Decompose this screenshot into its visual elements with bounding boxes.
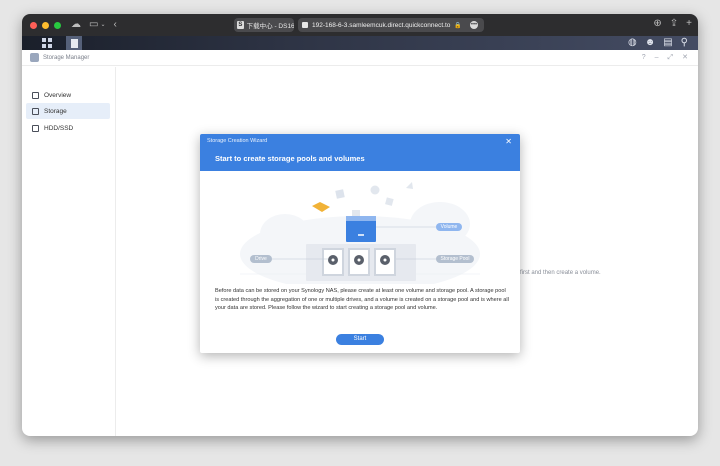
modal-header: Storage Creation Wizard ✕ Start to creat… [200, 134, 520, 171]
wizard-description: Before data can be stored on your Synolo… [215, 288, 509, 311]
storage-illustration [240, 182, 480, 284]
drive-label: Drive [255, 256, 267, 262]
modal-overlay: Storage Creation Wizard ✕ Start to creat… [0, 0, 720, 466]
modal-title: Start to create storage pools and volume… [215, 154, 365, 163]
storage-creation-wizard: Storage Creation Wizard ✕ Start to creat… [200, 134, 520, 353]
start-button[interactable]: Start [336, 334, 384, 345]
storage-pool-label: Storage Pool [440, 256, 470, 262]
close-icon[interactable]: ✕ [505, 137, 512, 146]
volume-label: Volume [440, 224, 458, 230]
modal-subtitle: Storage Creation Wizard [207, 138, 268, 144]
